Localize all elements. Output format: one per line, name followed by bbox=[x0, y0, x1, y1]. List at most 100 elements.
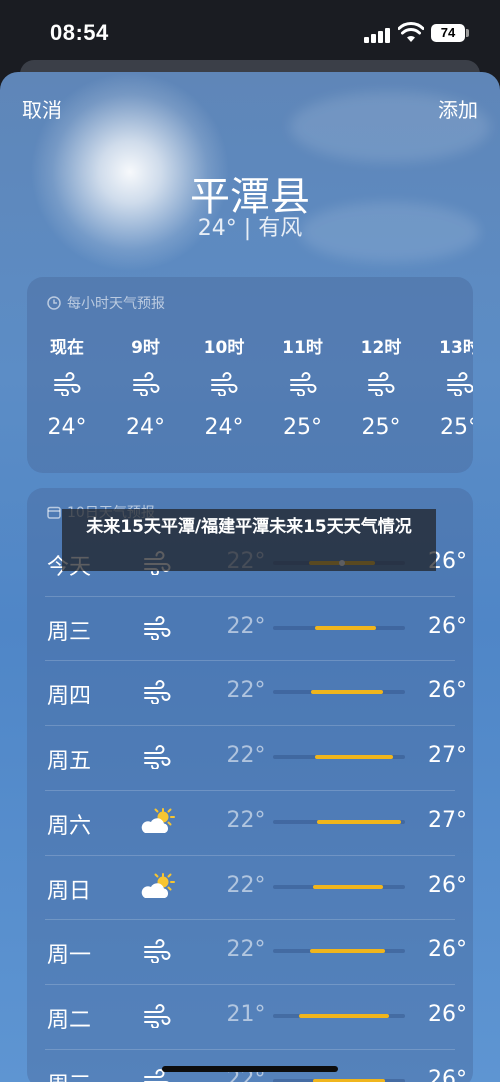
hourly-forecast-card[interactable]: 每小时天气预报 现在 24° 9时 24° 10时 24° 11时 25° 12时 25° 13时 2… bbox=[27, 277, 473, 473]
hour-temp: 24° bbox=[47, 415, 87, 440]
daily-row[interactable]: 周日 22° 26° bbox=[27, 854, 473, 919]
hour-icon-wrap bbox=[425, 363, 474, 405]
hourly-item: 12时 25° bbox=[346, 333, 416, 440]
day-high-temp: 27° bbox=[428, 743, 467, 769]
temp-range-fill bbox=[315, 625, 376, 630]
daily-row[interactable]: 周二 21° 26° bbox=[27, 983, 473, 1048]
row-divider bbox=[45, 983, 455, 985]
hourly-forecast-title: 每小时天气预报 bbox=[67, 296, 165, 312]
weather-sheet: 取消 添加 平潭县 24° | 有风 每小时天气预报 现在 24° 9时 24° 10时… bbox=[0, 72, 500, 1082]
daily-row[interactable]: 周三 22° 26° bbox=[27, 595, 473, 660]
wind-icon bbox=[446, 372, 473, 396]
day-low-temp: 22° bbox=[226, 937, 266, 963]
wind-icon bbox=[144, 680, 171, 705]
hour-temp: 24° bbox=[126, 415, 165, 440]
temp-range-fill bbox=[312, 1078, 386, 1082]
day-low-temp: 22° bbox=[226, 678, 266, 704]
temp-range-bar bbox=[273, 819, 405, 824]
daily-forecast-card[interactable]: 10日天气预报 今天22°26°周三22°26°周四22°26°周五22°27°… bbox=[27, 488, 473, 1082]
wind-icon bbox=[368, 372, 395, 396]
daily-row[interactable]: 周一 22° 26° bbox=[27, 919, 473, 983]
hour-temp: 24° bbox=[204, 415, 244, 440]
wind-icon bbox=[132, 372, 159, 396]
hour-icon-wrap bbox=[111, 363, 181, 405]
hour-label: 现在 bbox=[50, 338, 84, 358]
temp-range-bar bbox=[273, 690, 405, 695]
wind-icon bbox=[289, 372, 316, 396]
row-divider bbox=[45, 595, 455, 597]
temp-range-bar bbox=[273, 1078, 405, 1082]
hourly-forecast-header: 每小时天气预报 bbox=[47, 293, 165, 313]
temp-range-fill bbox=[310, 949, 386, 954]
day-name: 周三 bbox=[47, 619, 92, 645]
day-high-temp: 26° bbox=[428, 613, 467, 639]
day-high-temp: 26° bbox=[428, 937, 467, 963]
hour-label: 9时 bbox=[131, 338, 160, 358]
cancel-button[interactable]: 取消 bbox=[22, 94, 62, 123]
day-low-temp: 22° bbox=[226, 807, 266, 833]
temp-range-fill bbox=[316, 819, 402, 824]
wind-icon bbox=[211, 372, 238, 396]
day-high-temp: 26° bbox=[428, 872, 467, 898]
day-name: 周三 bbox=[47, 1067, 91, 1082]
day-low-temp: 21° bbox=[226, 1001, 266, 1027]
hour-temp: 25° bbox=[361, 415, 401, 440]
daily-row[interactable]: 周六 22° 27° bbox=[27, 789, 473, 854]
caption-text: 未来15天平潭/福建平潭未来15天天气情况 bbox=[86, 517, 412, 537]
day-high-temp: 26° bbox=[428, 678, 467, 704]
calendar-icon bbox=[47, 506, 61, 519]
hour-label: 10时 bbox=[203, 338, 245, 358]
daily-row[interactable]: 周五 22° 27° bbox=[27, 725, 473, 789]
wind-icon bbox=[144, 939, 171, 964]
hour-temp: 25° bbox=[440, 415, 473, 440]
wifi-icon bbox=[398, 22, 424, 42]
current-summary: 24° | 有风 bbox=[197, 216, 303, 241]
temp-range-fill bbox=[311, 690, 383, 695]
day-icon-wrap bbox=[137, 612, 177, 644]
hourly-item: 9时 24° bbox=[111, 333, 181, 440]
day-name: 周日 bbox=[47, 878, 92, 904]
day-icon-wrap bbox=[137, 741, 177, 773]
row-divider bbox=[45, 919, 455, 921]
daily-row[interactable]: 周四 22° 26° bbox=[27, 660, 473, 724]
row-divider bbox=[45, 725, 455, 727]
row-divider bbox=[45, 854, 455, 856]
hour-icon-wrap bbox=[32, 363, 102, 405]
hour-icon-wrap bbox=[268, 363, 338, 405]
hourly-item: 现在 24° bbox=[32, 333, 102, 440]
day-high-temp: 27° bbox=[428, 807, 467, 833]
hour-temp: 25° bbox=[283, 415, 322, 440]
temp-range-bar bbox=[273, 625, 405, 630]
row-divider bbox=[45, 789, 455, 791]
day-icon-wrap bbox=[137, 806, 177, 838]
hour-label: 13时 bbox=[439, 338, 473, 358]
day-icon-wrap bbox=[137, 676, 177, 708]
day-name: 周六 bbox=[47, 813, 92, 839]
day-low-temp: 22° bbox=[226, 872, 266, 898]
temp-range-fill bbox=[299, 1013, 390, 1018]
add-button[interactable]: 添加 bbox=[438, 94, 478, 123]
day-name: 周四 bbox=[47, 684, 92, 710]
row-divider bbox=[45, 1048, 455, 1050]
clock-icon bbox=[47, 296, 61, 310]
battery-nub bbox=[466, 29, 469, 37]
day-icon-wrap bbox=[137, 935, 177, 967]
partly-sunny-icon bbox=[141, 872, 175, 898]
temp-range-bar bbox=[273, 1013, 405, 1018]
battery-icon: 74 bbox=[431, 24, 465, 42]
caption-overlay: 未来15天平潭/福建平潭未来15天天气情况 bbox=[62, 509, 436, 571]
wind-icon bbox=[144, 1003, 171, 1028]
hour-label: 12时 bbox=[360, 338, 402, 358]
day-low-temp: 22° bbox=[226, 743, 266, 769]
day-name: 周一 bbox=[47, 943, 92, 969]
temp-range-fill bbox=[315, 755, 394, 760]
cellular-signal-icon bbox=[364, 27, 392, 43]
hour-icon-wrap bbox=[346, 363, 416, 405]
home-indicator[interactable] bbox=[162, 1066, 338, 1072]
wind-icon bbox=[144, 745, 171, 770]
temp-range-bar bbox=[273, 949, 405, 954]
day-icon-wrap bbox=[137, 871, 177, 903]
temp-range-fill bbox=[312, 884, 383, 889]
temp-range-bar bbox=[273, 884, 405, 889]
wind-icon bbox=[144, 615, 171, 640]
